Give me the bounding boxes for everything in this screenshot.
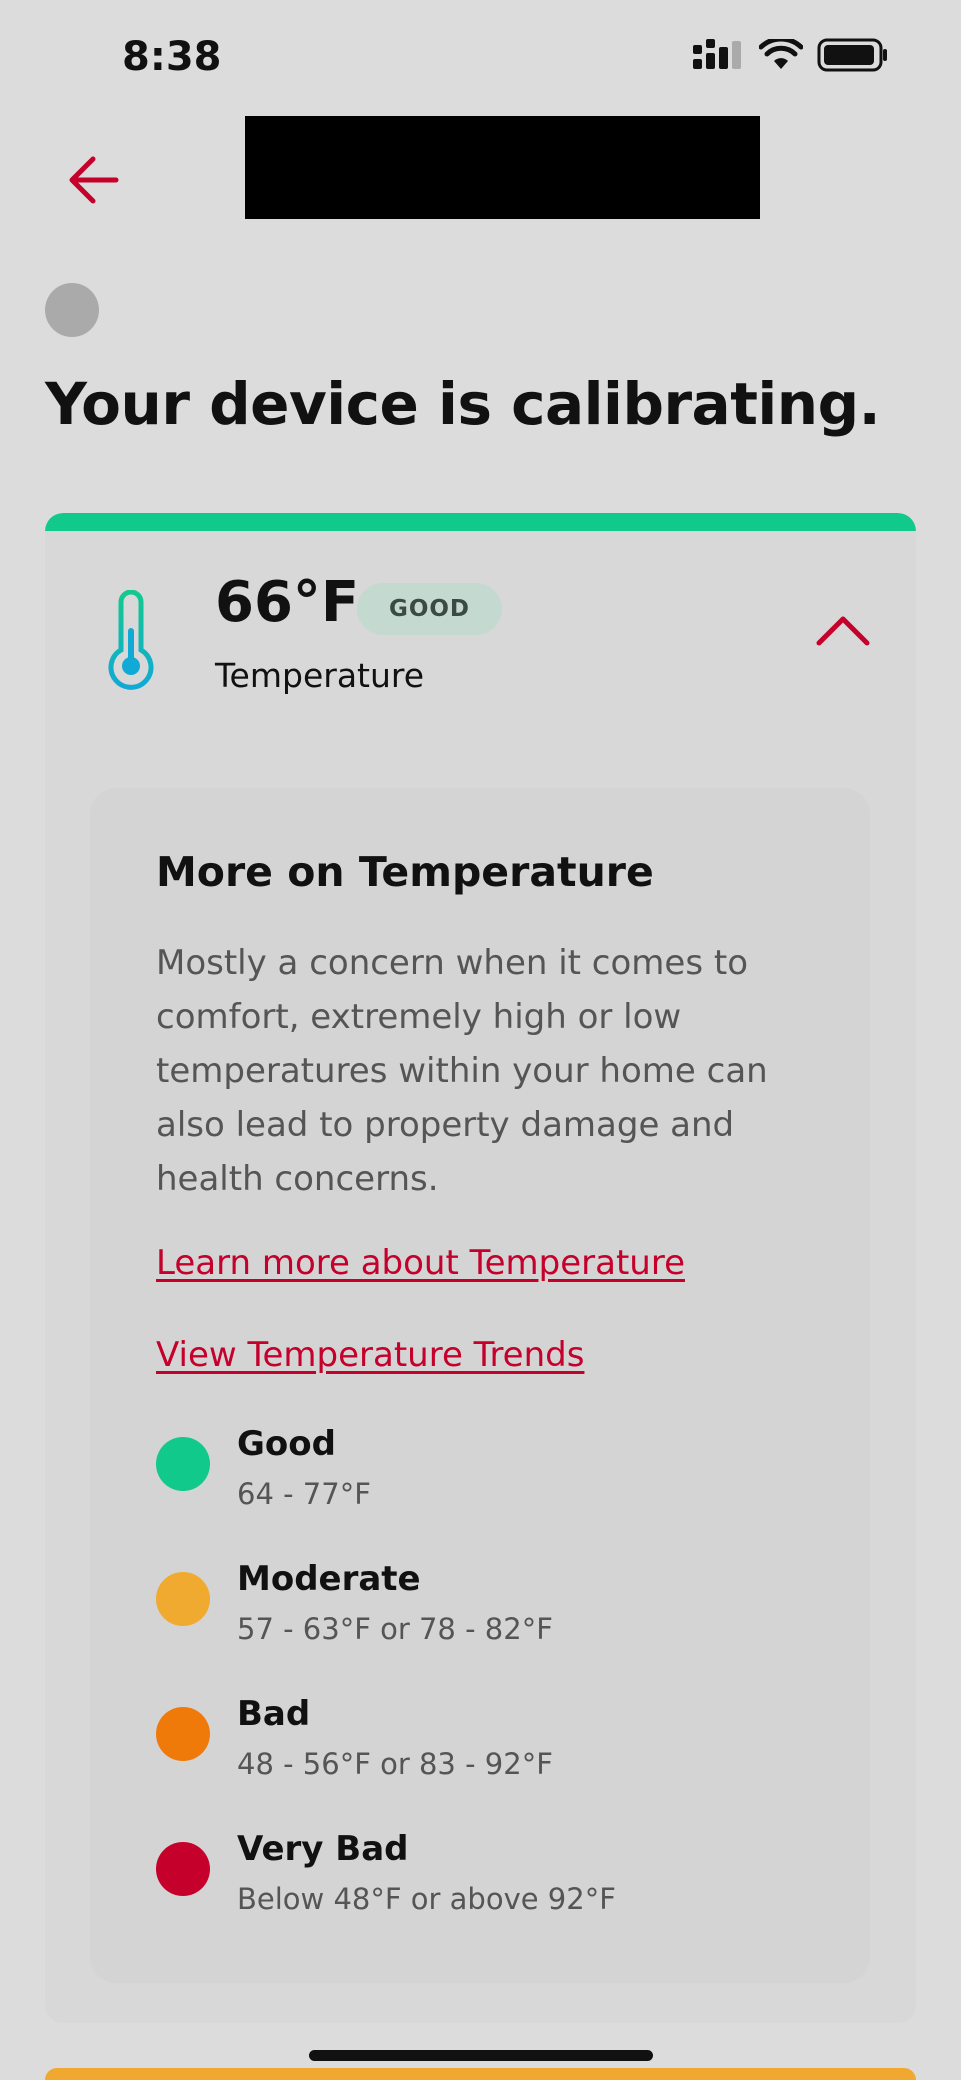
legend-range: 57 - 63°F or 78 - 82°F — [237, 1612, 553, 1646]
legend-dot-very-bad — [156, 1842, 210, 1896]
battery-icon — [817, 38, 887, 72]
page-title: Your device is calibrating. — [45, 370, 881, 438]
chevron-up-icon — [816, 616, 870, 646]
legend-item-good: Good 64 - 77°F — [156, 1424, 806, 1559]
metric-label: Temperature — [215, 656, 425, 695]
legend-dot-moderate — [156, 1572, 210, 1626]
details-description: Mostly a concern when it comes to comfor… — [156, 943, 768, 1199]
legend-name: Good — [237, 1424, 336, 1464]
back-button[interactable] — [58, 145, 128, 215]
legend-item-bad: Bad 48 - 56°F or 83 - 92°F — [156, 1694, 806, 1829]
details-panel: More on Temperature Mostly a concern whe… — [90, 788, 870, 1983]
home-indicator — [309, 2050, 653, 2061]
learn-more-link[interactable]: Learn more about Temperature — [156, 1243, 685, 1283]
legend-dot-good — [156, 1437, 210, 1491]
legend-range: 48 - 56°F or 83 - 92°F — [237, 1747, 553, 1781]
status-badge: GOOD — [357, 583, 502, 635]
collapse-toggle[interactable] — [815, 613, 875, 653]
thermometer-icon — [108, 590, 154, 690]
card-status-bar — [45, 513, 916, 531]
next-card-edge — [45, 2068, 916, 2080]
arrow-left-icon — [69, 156, 119, 204]
legend-name: Very Bad — [237, 1829, 409, 1869]
temperature-value: 66°F — [215, 570, 360, 635]
legend-name: Bad — [237, 1694, 311, 1734]
legend-item-very-bad: Very Bad Below 48°F or above 92°F — [156, 1829, 806, 1964]
temperature-card: 66°F GOOD Temperature More on Temperatur… — [45, 513, 916, 2023]
legend-range: Below 48°F or above 92°F — [237, 1882, 616, 1916]
status-time: 8:38 — [122, 34, 222, 80]
details-title: More on Temperature — [156, 848, 654, 896]
legend-item-moderate: Moderate 57 - 63°F or 78 - 82°F — [156, 1559, 806, 1694]
screen: 8:38 Your device is calibrating. 66°F GO… — [0, 0, 961, 2080]
redacted-header-title — [245, 116, 760, 219]
legend-name: Moderate — [237, 1559, 421, 1599]
calibration-status-indicator — [45, 283, 99, 337]
cellular-signal-icon — [693, 39, 741, 69]
view-trends-link[interactable]: View Temperature Trends — [156, 1335, 584, 1375]
wifi-icon — [759, 39, 803, 69]
legend-dot-bad — [156, 1707, 210, 1761]
range-legend: Good 64 - 77°F Moderate 57 - 63°F or 78 … — [156, 1424, 806, 1964]
status-icons — [693, 38, 889, 72]
legend-range: 64 - 77°F — [237, 1477, 371, 1511]
